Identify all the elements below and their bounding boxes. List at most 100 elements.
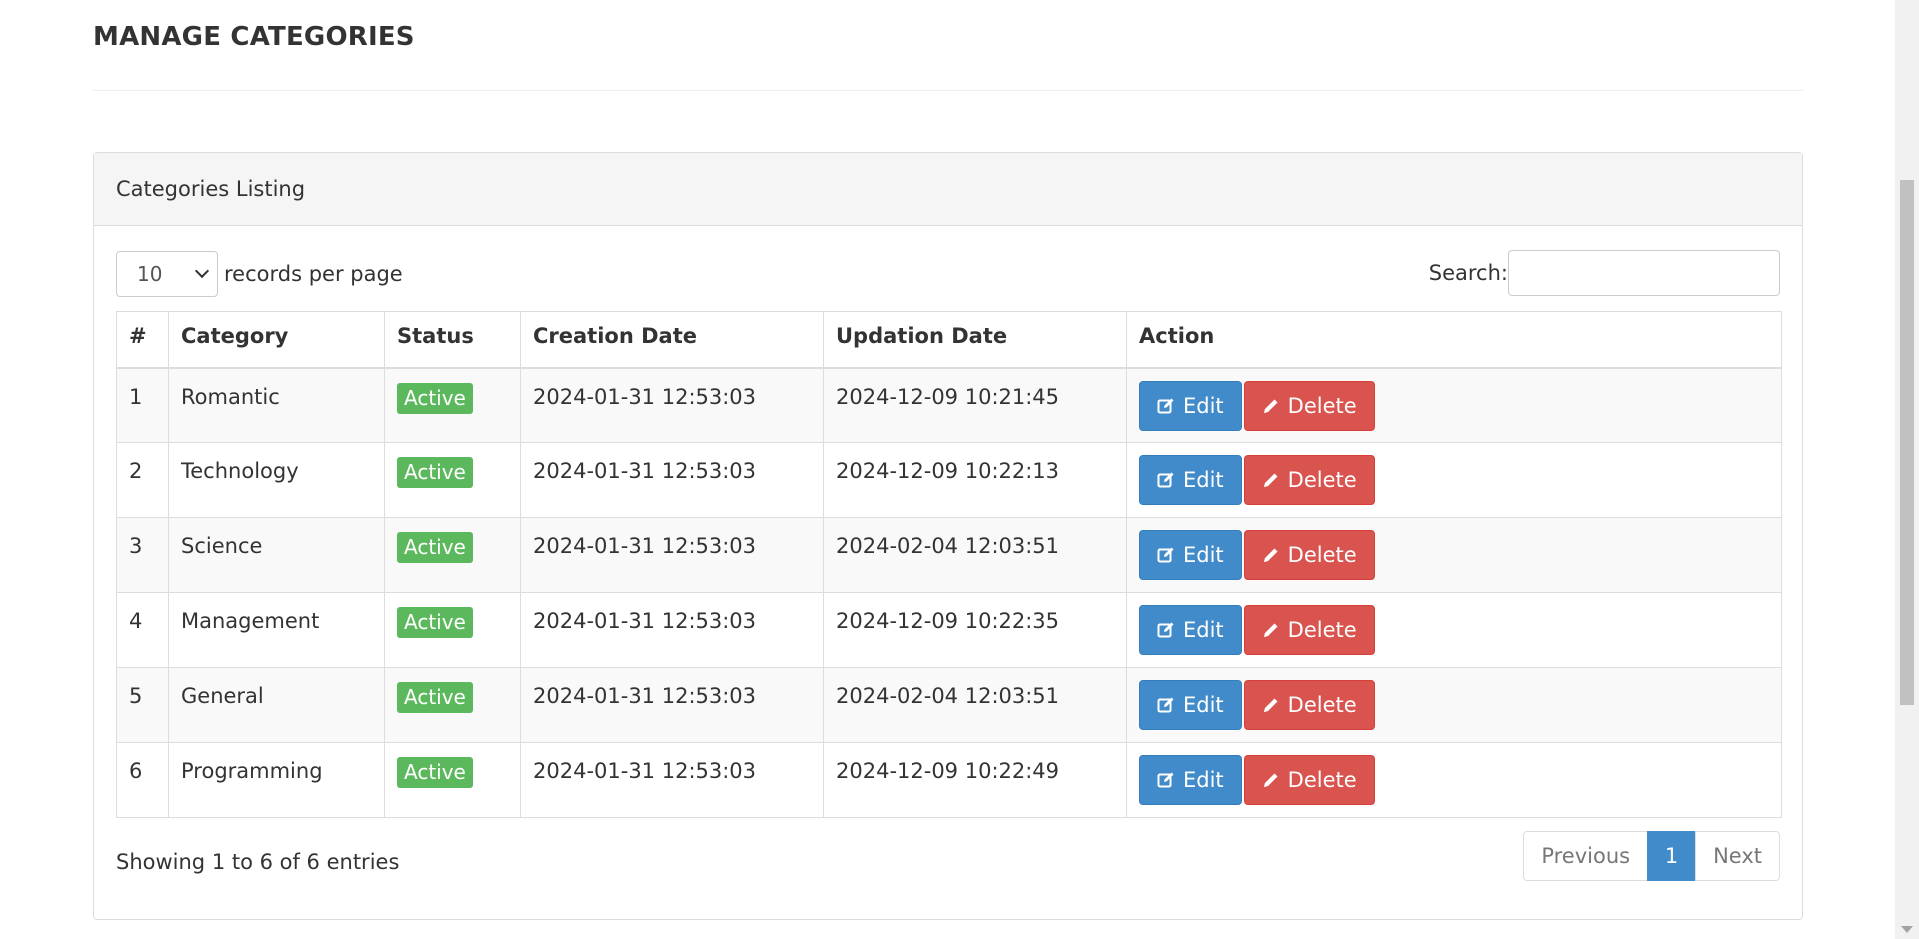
creation-date: 2024-01-31 12:53:03 <box>520 592 824 668</box>
status-badge: Active <box>397 457 473 488</box>
scroll-down-arrow-icon[interactable] <box>1901 926 1913 933</box>
status-cell: Active <box>384 742 521 818</box>
scrollbar-thumb[interactable] <box>1900 180 1914 705</box>
title-divider <box>93 90 1803 91</box>
records-per-page-value: 10 <box>137 262 163 286</box>
status-cell: Active <box>384 592 521 668</box>
delete-button-label: Delete <box>1287 468 1357 492</box>
delete-button[interactable]: Delete <box>1243 605 1375 655</box>
edit-icon <box>1157 772 1174 788</box>
delete-button-label: Delete <box>1287 768 1357 792</box>
action-cell: Edit Delete <box>1126 517 1782 593</box>
delete-button[interactable]: Delete <box>1243 455 1375 505</box>
status-cell: Active <box>384 367 521 443</box>
pencil-icon <box>1263 773 1278 787</box>
status-cell: Active <box>384 517 521 593</box>
pagination: Previous 1 Next <box>1523 831 1780 881</box>
edit-icon <box>1157 472 1174 488</box>
row-number: 2 <box>116 442 169 518</box>
table-row: 2 Technology Active 2024-01-31 12:53:03 2024… <box>116 442 1782 518</box>
records-per-page-select[interactable]: 10 <box>116 251 218 297</box>
page: MANAGE CATEGORIES Categories Listing 10 … <box>0 0 1919 939</box>
table-row: 3 Science Active 2024-01-31 12:53:03 2024-02… <box>116 517 1782 593</box>
row-number: 6 <box>116 742 169 818</box>
header-status[interactable]: Status <box>384 311 521 369</box>
pagination-previous[interactable]: Previous <box>1523 831 1649 881</box>
header-number[interactable]: # <box>116 311 169 369</box>
status-badge: Active <box>397 757 473 788</box>
page-title: MANAGE CATEGORIES <box>93 22 415 52</box>
search-input[interactable] <box>1508 250 1780 296</box>
header-updation-date[interactable]: Updation Date <box>823 311 1127 369</box>
category-name: Science <box>168 517 385 593</box>
row-number: 4 <box>116 592 169 668</box>
row-number: 1 <box>116 367 169 443</box>
edit-button[interactable]: Edit <box>1139 755 1242 805</box>
updation-date: 2024-12-09 10:22:35 <box>823 592 1127 668</box>
delete-button[interactable]: Delete <box>1243 380 1375 431</box>
edit-button-label: Edit <box>1183 543 1224 567</box>
delete-button[interactable]: Delete <box>1243 530 1375 580</box>
header-category[interactable]: Category <box>168 311 385 369</box>
delete-button-label: Delete <box>1287 543 1357 567</box>
table-row: 4 Management Active 2024-01-31 12:53:03 2024… <box>116 592 1782 668</box>
page-scrollbar[interactable] <box>1895 0 1919 939</box>
panel-heading: Categories Listing <box>94 153 1802 226</box>
category-name: Management <box>168 592 385 668</box>
table-row: 6 Programming Active 2024-01-31 12:53:03 202… <box>116 742 1782 818</box>
edit-button-label: Edit <box>1183 468 1224 492</box>
category-name: Romantic <box>168 367 385 443</box>
status-badge: Active <box>397 682 473 713</box>
updation-date: 2024-02-04 12:03:51 <box>823 667 1127 743</box>
pagination-next[interactable]: Next <box>1695 831 1780 881</box>
records-per-page-control: 10 records per page <box>116 251 403 297</box>
edit-button[interactable]: Edit <box>1139 380 1242 431</box>
edit-button[interactable]: Edit <box>1139 605 1242 655</box>
pencil-icon <box>1263 698 1278 712</box>
edit-button-label: Edit <box>1183 618 1224 642</box>
header-action[interactable]: Action <box>1126 311 1782 369</box>
search-label: Search: <box>1428 261 1508 285</box>
table-row: 5 General Active 2024-01-31 12:53:03 2024-02… <box>116 667 1782 743</box>
table-body: 1 Romantic Active 2024-01-31 12:53:03 2024-1… <box>116 367 1782 818</box>
delete-button-label: Delete <box>1287 618 1357 642</box>
creation-date: 2024-01-31 12:53:03 <box>520 442 824 518</box>
updation-date: 2024-02-04 12:03:51 <box>823 517 1127 593</box>
edit-button[interactable]: Edit <box>1139 680 1242 730</box>
creation-date: 2024-01-31 12:53:03 <box>520 517 824 593</box>
pencil-icon <box>1263 548 1278 562</box>
action-cell: Edit Delete <box>1126 667 1782 743</box>
action-cell: Edit Delete <box>1126 592 1782 668</box>
action-cell: Edit Delete <box>1126 442 1782 518</box>
edit-button-label: Edit <box>1183 393 1224 418</box>
edit-icon <box>1157 398 1174 413</box>
category-name: General <box>168 667 385 743</box>
creation-date: 2024-01-31 12:53:03 <box>520 667 824 743</box>
pagination-page-1[interactable]: 1 <box>1647 831 1697 881</box>
updation-date: 2024-12-09 10:21:45 <box>823 367 1127 443</box>
table-header-row: # Category Status Creation Date Updation… <box>116 311 1782 369</box>
edit-button[interactable]: Edit <box>1139 530 1242 580</box>
status-badge: Active <box>397 532 473 563</box>
table-row: 1 Romantic Active 2024-01-31 12:53:03 2024-1… <box>116 367 1782 443</box>
updation-date: 2024-12-09 10:22:13 <box>823 442 1127 518</box>
updation-date: 2024-12-09 10:22:49 <box>823 742 1127 818</box>
search-control: Search: <box>1429 250 1780 296</box>
row-number: 3 <box>116 517 169 593</box>
edit-button[interactable]: Edit <box>1139 455 1242 505</box>
header-creation-date[interactable]: Creation Date <box>520 311 824 369</box>
action-cell: Edit Delete <box>1126 742 1782 818</box>
creation-date: 2024-01-31 12:53:03 <box>520 367 824 443</box>
pencil-icon <box>1263 623 1278 637</box>
delete-button[interactable]: Delete <box>1243 680 1375 730</box>
status-badge: Active <box>397 382 473 414</box>
category-name: Programming <box>168 742 385 818</box>
categories-panel: Categories Listing 10 records per page S… <box>93 152 1803 920</box>
delete-button-label: Delete <box>1287 393 1357 418</box>
category-name: Technology <box>168 442 385 518</box>
table-info: Showing 1 to 6 of 6 entries <box>116 850 400 874</box>
edit-icon <box>1157 547 1174 563</box>
delete-button[interactable]: Delete <box>1243 755 1375 805</box>
edit-button-label: Edit <box>1183 768 1224 792</box>
categories-table: # Category Status Creation Date Updation… <box>116 311 1782 818</box>
